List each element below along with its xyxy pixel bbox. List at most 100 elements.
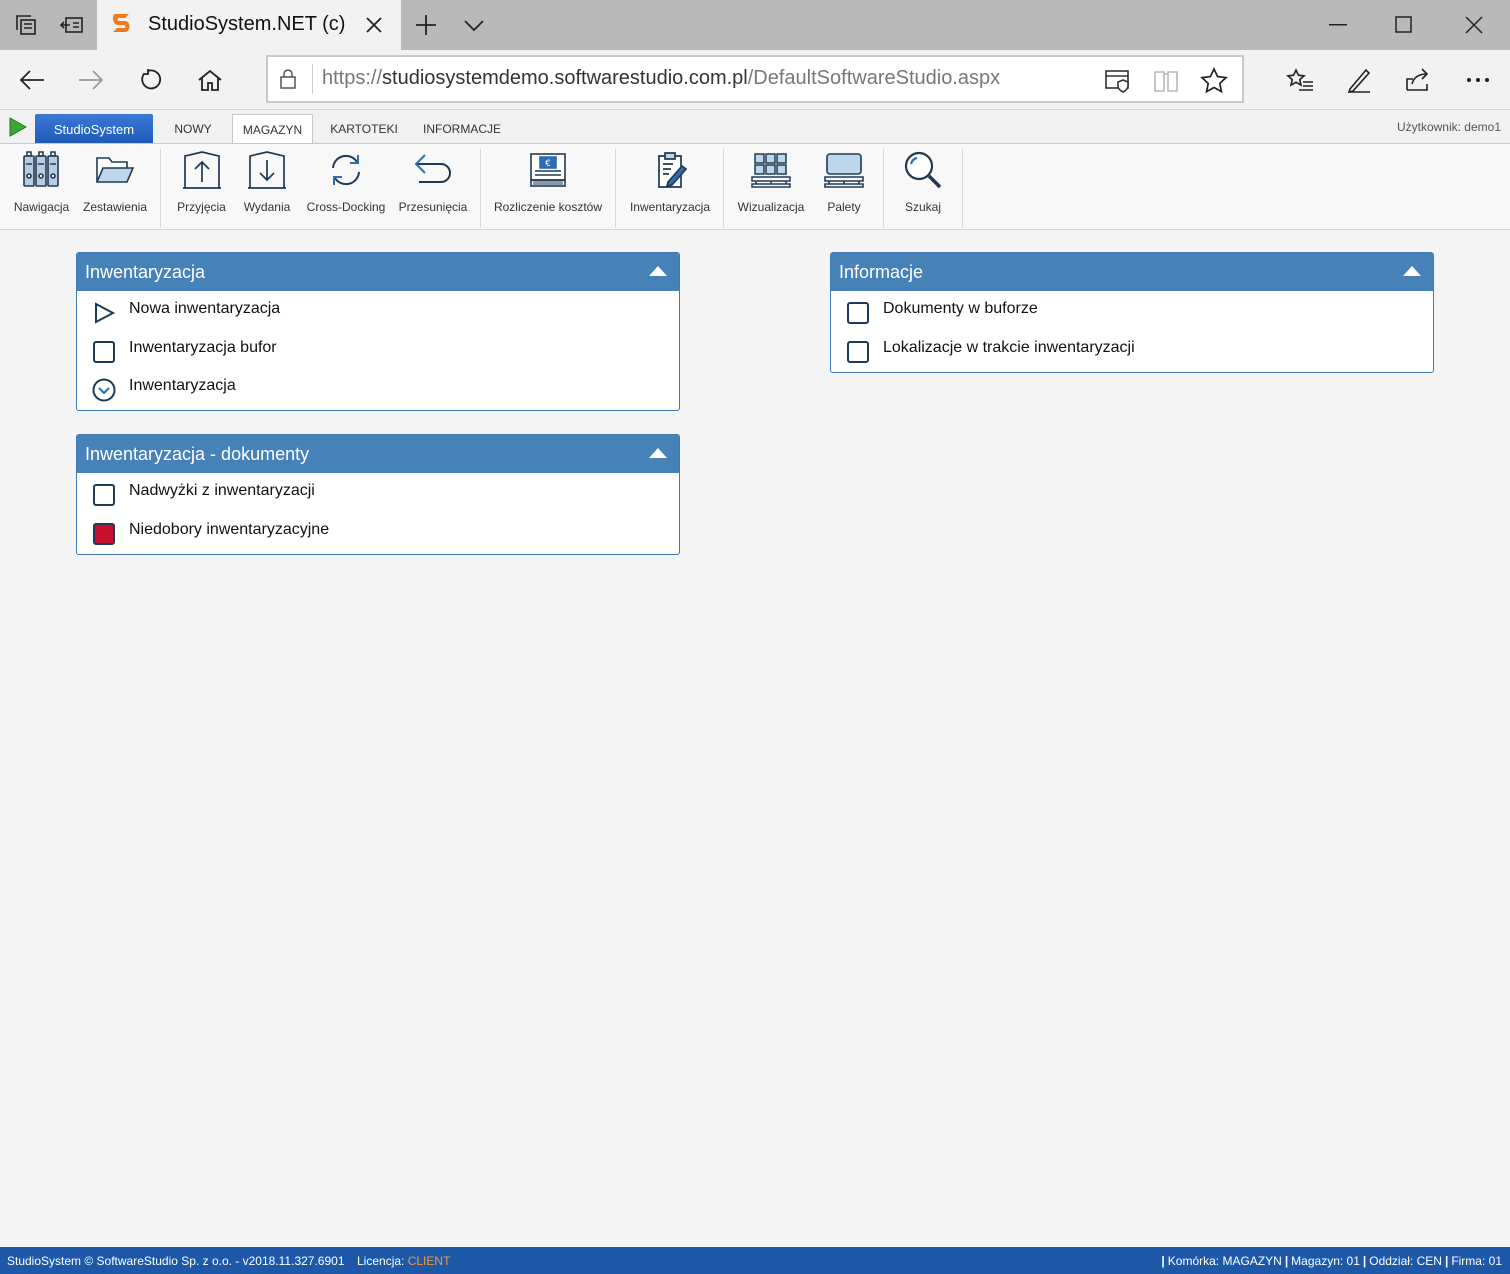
forward-icon[interactable]	[69, 58, 113, 102]
list-item-lokalizacje[interactable]: Lokalizacje w trakcie inwentaryzacji	[831, 336, 1433, 375]
list-item-dokumenty-w-buforze[interactable]: Dokumenty w buforze	[831, 297, 1433, 336]
address-divider	[312, 64, 313, 94]
license-info: Licencja: CLIENT	[357, 1254, 450, 1268]
collapse-triangle-icon[interactable]	[648, 447, 668, 459]
set-tabs-aside-icon[interactable]	[48, 0, 96, 50]
panel-header[interactable]: Inwentaryzacja - dokumenty	[77, 435, 679, 473]
ribbon-zestawienia-button[interactable]: Zestawienia	[81, 150, 149, 220]
lock-icon[interactable]	[280, 69, 296, 89]
studiosystem-logo-icon	[113, 14, 130, 32]
close-tab-icon[interactable]	[363, 14, 385, 36]
euro-banknote-icon: €	[530, 153, 566, 187]
share-icon[interactable]	[1396, 58, 1440, 102]
ribbon-przesuniecia-button[interactable]: Przesunięcia	[398, 150, 468, 220]
komorka-info: Komórka: MAGAZYN	[1167, 1254, 1282, 1268]
collapse-triangle-icon[interactable]	[1402, 265, 1422, 277]
circle-chevron-down-icon	[92, 378, 116, 402]
ribbon-wizualizacja-button[interactable]: Wizualizacja	[736, 150, 806, 220]
checkbox-empty-icon	[847, 340, 869, 363]
more-options-icon[interactable]	[1456, 58, 1500, 102]
panel-title: Inwentaryzacja	[85, 261, 206, 282]
status-bar: StudioSystem © SoftwareStudio Sp. z o.o.…	[0, 1247, 1510, 1274]
collapse-triangle-icon[interactable]	[648, 265, 668, 277]
ribbon-label: Nawigacja	[13, 200, 70, 214]
address-bar[interactable]: https://studiosystemdemo.softwarestudio.…	[266, 55, 1244, 103]
firma-info: Firma: 01	[1451, 1254, 1502, 1268]
back-icon[interactable]	[10, 58, 54, 102]
binders-icon	[22, 151, 59, 187]
favorites-hub-icon[interactable]	[1278, 58, 1322, 102]
ribbon-label: Cross-Docking	[306, 200, 386, 214]
tracking-shield-icon[interactable]	[1104, 67, 1132, 95]
list-item-inwentaryzacja-bufor[interactable]: Inwentaryzacja bufor	[77, 336, 679, 375]
ribbon-rozliczenie-kosztow-button[interactable]: € Rozliczenie kosztów	[492, 150, 604, 220]
ribbon-palety-button[interactable]: Palety	[816, 150, 872, 220]
url-text[interactable]: https://studiosystemdemo.softwarestudio.…	[322, 67, 1000, 90]
ribbon-przyjecia-button[interactable]: Przyjęcia	[174, 150, 229, 220]
panel-header[interactable]: Informacje	[831, 253, 1433, 291]
browser-tab[interactable]: StudioSystem.NET (c) SoftwareStudio	[97, 0, 401, 50]
panel-title: Informacje	[839, 261, 924, 282]
new-tab-icon[interactable]	[402, 0, 450, 50]
tab-actions-icon[interactable]	[2, 0, 50, 50]
tab-nowy[interactable]: NOWY	[163, 114, 223, 144]
ribbon-divider	[615, 149, 616, 227]
list-item-label: Lokalizacje w trakcie inwentaryzacji	[883, 338, 1135, 356]
reading-view-icon[interactable]	[1152, 67, 1180, 95]
minimize-icon[interactable]	[1304, 0, 1372, 50]
pallet-icon	[824, 153, 864, 188]
ribbon-inwentaryzacja-button[interactable]: Inwentaryzacja	[627, 150, 713, 220]
ribbon-divider	[723, 149, 724, 227]
license-value: CLIENT	[407, 1254, 451, 1268]
panel-informacje: Informacje Dokumenty w buforze Lokalizac…	[830, 252, 1434, 373]
tab-magazyn[interactable]: MAGAZYN	[232, 114, 313, 145]
magazyn-info: Magazyn: 01	[1291, 1254, 1360, 1268]
maximize-icon[interactable]	[1370, 0, 1438, 50]
refresh-icon[interactable]	[129, 58, 173, 102]
app-menubar	[0, 110, 1510, 144]
copyright-text: StudioSystem © SoftwareStudio Sp. z o.o.…	[7, 1254, 345, 1268]
start-play-icon[interactable]	[9, 117, 27, 137]
browser-navbar: https://studiosystemdemo.softwarestudio.…	[0, 50, 1510, 110]
close-window-icon[interactable]	[1440, 0, 1508, 50]
pallet-boxes-icon	[751, 153, 791, 188]
tab-kartoteki[interactable]: KARTOTEKI	[325, 114, 403, 144]
box-arrow-up-icon	[182, 151, 221, 189]
checkbox-empty-icon	[847, 302, 869, 324]
list-item-inwentaryzacja[interactable]: Inwentaryzacja	[77, 374, 679, 413]
browser-titlebar: StudioSystem.NET (c) SoftwareStudio	[0, 0, 1510, 50]
home-icon[interactable]	[188, 58, 232, 102]
list-item-label: Dokumenty w buforze	[883, 300, 1038, 317]
list-item-nowa-inwentaryzacja[interactable]: Nowa inwentaryzacja	[77, 297, 679, 336]
ribbon-label: Inwentaryzacja	[629, 200, 711, 214]
ribbon-szukaj-button[interactable]: Szukaj	[895, 150, 951, 220]
list-item-nadwyzki[interactable]: Nadwyżki z inwentaryzacji	[77, 479, 679, 518]
studiosystem-menu-button[interactable]: StudioSystem	[35, 114, 153, 144]
ribbon-nawigacja-button[interactable]: Nawigacja	[9, 150, 74, 220]
list-item-label: Inwentaryzacja bufor	[129, 338, 277, 356]
checkbox-empty-icon	[93, 340, 115, 363]
pen-notes-icon[interactable]	[1337, 58, 1381, 102]
list-item-label: Inwentaryzacja	[129, 377, 236, 394]
list-item-niedobory[interactable]: Niedobory inwentaryzacyjne	[77, 518, 679, 557]
box-arrow-down-icon	[248, 151, 286, 189]
tab-informacje[interactable]: INFORMACJE	[414, 114, 510, 144]
context-info: | Komórka: MAGAZYN | Magazyn: 01 | Oddział: C…	[1161, 1254, 1502, 1268]
magnifier-icon	[904, 151, 942, 189]
checkbox-empty-icon	[93, 484, 115, 506]
oddzial-info: Oddział: CEN	[1369, 1254, 1442, 1268]
sync-icon	[332, 154, 360, 186]
favorite-star-icon[interactable]	[1200, 67, 1228, 95]
tab-list-chevron-icon[interactable]	[450, 0, 498, 50]
panel-header[interactable]: Inwentaryzacja	[77, 253, 679, 291]
license-label: Licencja:	[357, 1254, 405, 1268]
list-item-label: Niedobory inwentaryzacyjne	[129, 520, 330, 538]
ribbon-label: Zestawienia	[82, 200, 148, 214]
ribbon-label: Szukaj	[904, 200, 942, 214]
ribbon-wydania-button[interactable]: Wydania	[240, 150, 294, 220]
ribbon-divider	[883, 149, 884, 227]
ribbon-label: Przesunięcia	[398, 200, 468, 214]
ribbon-divider	[480, 149, 481, 227]
ribbon-cross-docking-button[interactable]: Cross-Docking	[305, 150, 387, 220]
tab-title: StudioSystem.NET (c) SoftwareStudio	[148, 13, 348, 35]
